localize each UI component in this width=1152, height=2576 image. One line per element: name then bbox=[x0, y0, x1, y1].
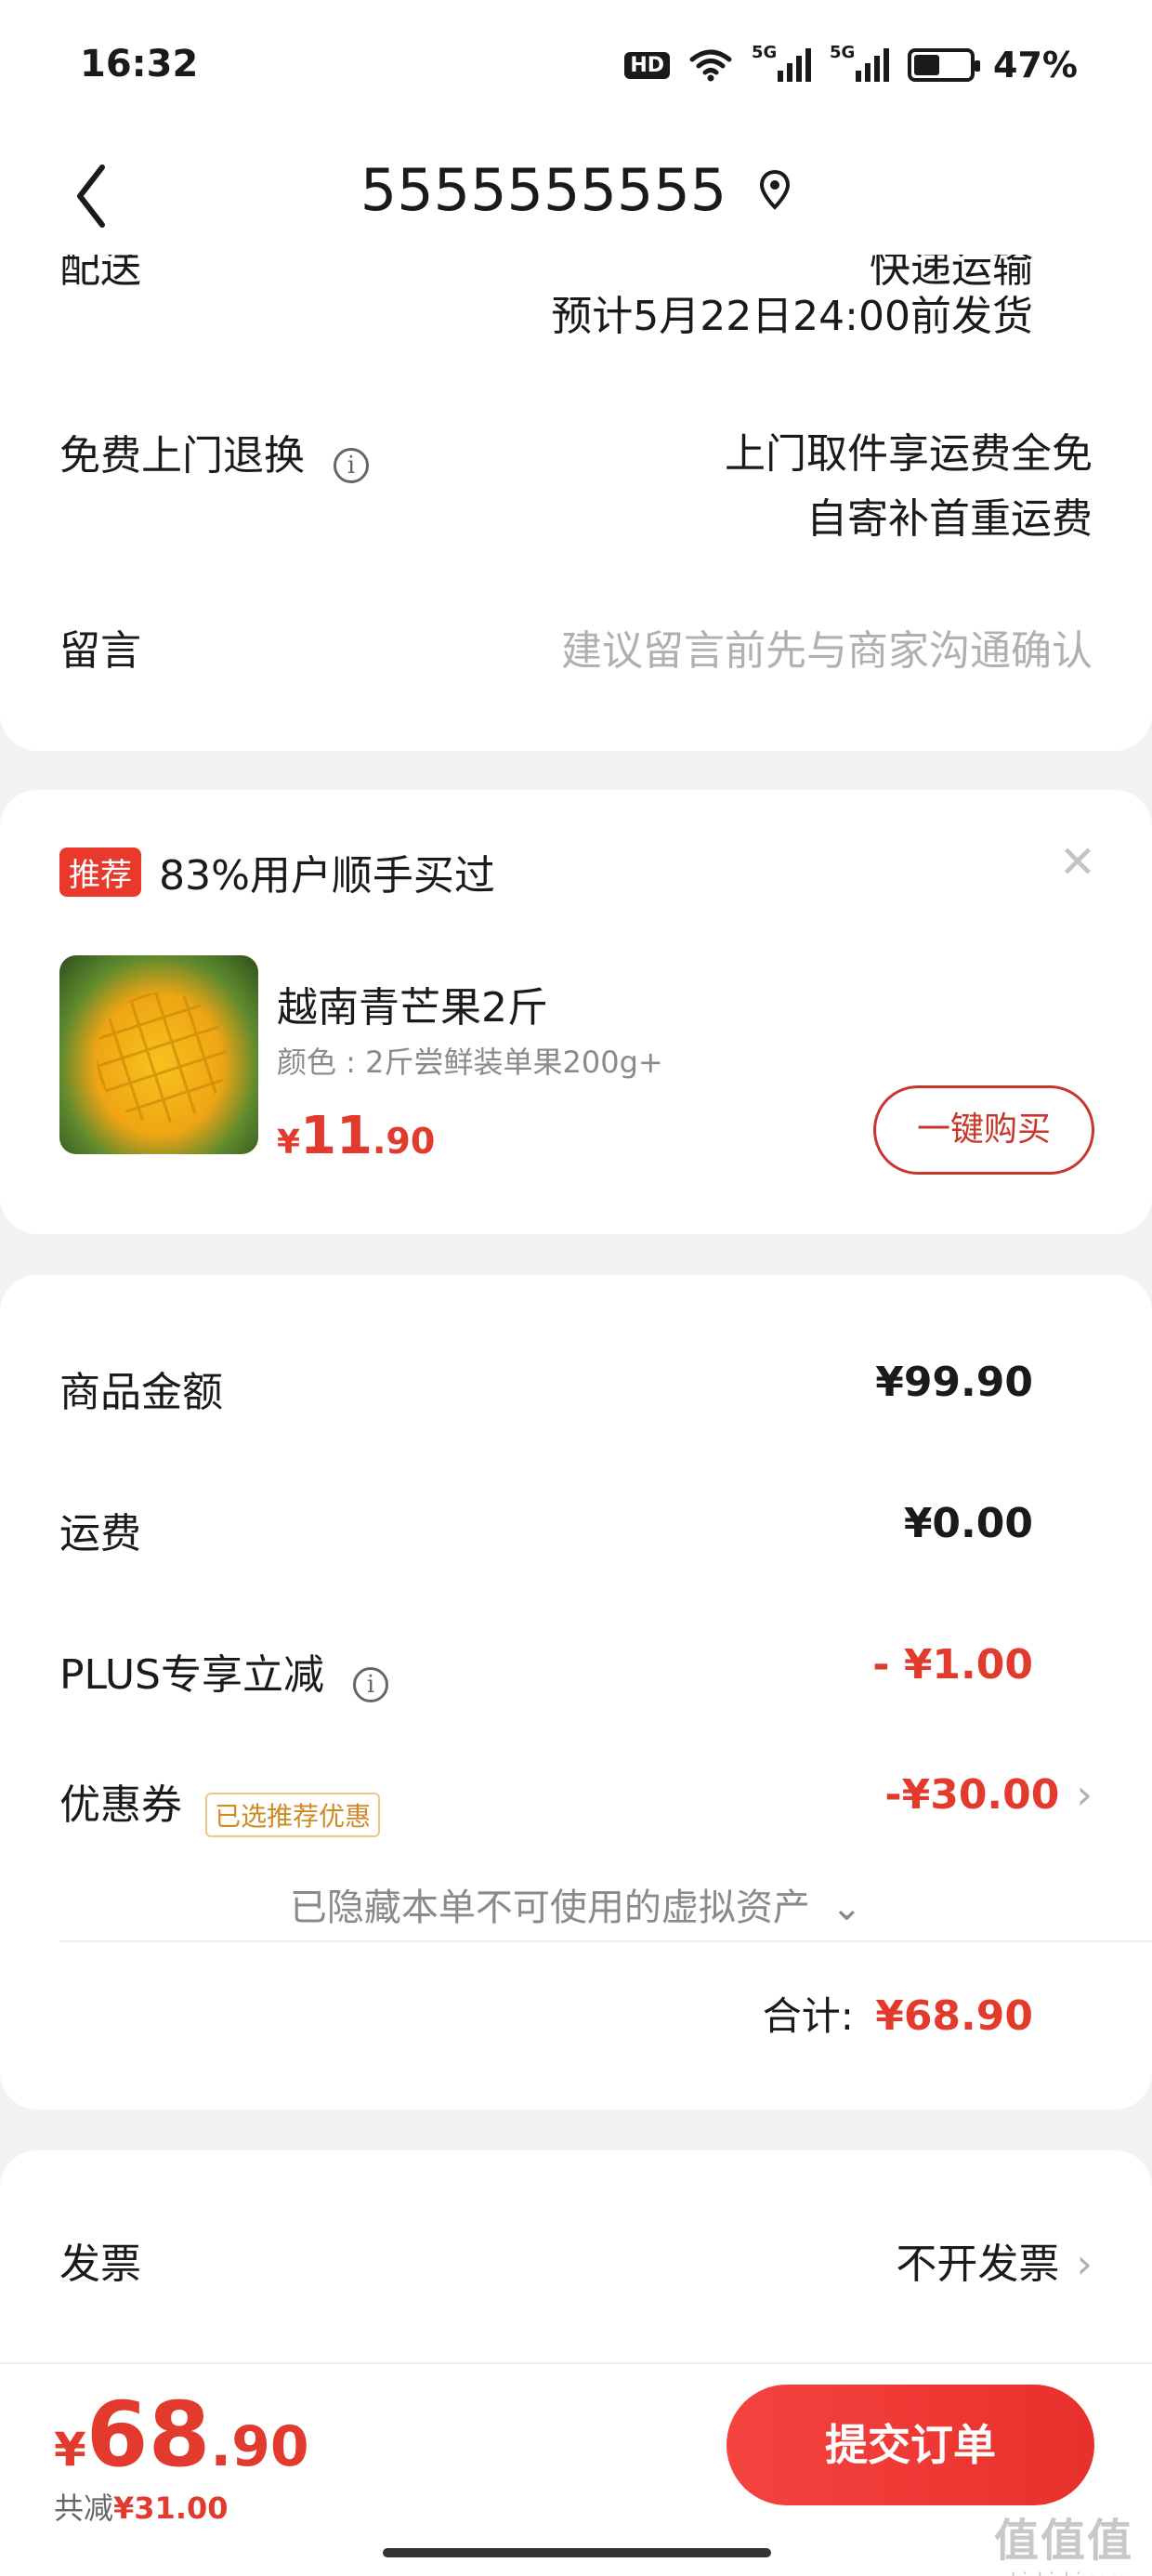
hd-icon: HD bbox=[624, 51, 671, 79]
chevron-right-icon: › bbox=[1076, 1771, 1093, 1819]
close-icon[interactable]: ✕ bbox=[1059, 836, 1096, 888]
total-row: 合计: ¥68.90 bbox=[763, 1985, 1033, 2042]
info-icon[interactable]: i bbox=[334, 447, 370, 483]
plus-discount-label: PLUS专享立减 bbox=[59, 1651, 324, 1699]
product-name[interactable]: 越南青芒果2斤 bbox=[277, 974, 548, 1033]
delivery-label: 配送 bbox=[59, 255, 141, 292]
chevron-down-icon: ⌄ bbox=[831, 1886, 863, 1929]
goods-amount-label: 商品金额 bbox=[59, 1369, 223, 1416]
plus-discount-row: PLUS专享立减 i - ¥1.00 bbox=[59, 1641, 1093, 1702]
total-value: ¥68.90 bbox=[875, 1992, 1033, 2040]
nav-title-wrap: 5555555555 bbox=[0, 156, 1152, 224]
recommend-header: 推荐 83%用户顺手买过 bbox=[59, 842, 495, 901]
status-icons: HD 5G 5G 47% bbox=[624, 43, 1078, 85]
recommend-card: 推荐 83%用户顺手买过 ✕ 越南青芒果2斤 颜色 : 2斤尝鲜装单果200g+… bbox=[0, 790, 1152, 1234]
coupon-label: 优惠券 bbox=[59, 1781, 182, 1829]
shipping-value: ¥0.00 bbox=[903, 1500, 1033, 1547]
message-row[interactable]: 留言 建议留言前先与商家沟通确认 bbox=[59, 617, 1093, 677]
shipping-label: 运费 bbox=[59, 1510, 141, 1557]
invoice-value-wrap: 不开发票 › bbox=[896, 2230, 1093, 2290]
home-indicator[interactable] bbox=[383, 2548, 771, 2557]
goods-amount-row: 商品金额 ¥99.90 bbox=[59, 1359, 1093, 1418]
hidden-assets-toggle[interactable]: 已隐藏本单不可使用的虚拟资产 ⌄ bbox=[0, 1877, 1152, 1931]
pay-amount: ¥68.90 bbox=[54, 2383, 309, 2487]
status-time: 16:32 bbox=[80, 43, 199, 85]
signal-icon-2: 5G bbox=[830, 43, 890, 82]
return-service-row[interactable]: 免费上门退换 i 上门取件享运费全免 自寄补首重运费 bbox=[59, 422, 1093, 543]
order-confirm-page: 16:32 HD 5G 5G 47% 5555555555 配送 快递运输 预计… bbox=[0, 0, 1152, 2576]
coupon-value-wrap: -¥30.00 › bbox=[884, 1771, 1093, 1819]
plus-discount-value: - ¥1.00 bbox=[872, 1641, 1033, 1689]
coupon-value: -¥30.00 bbox=[884, 1771, 1060, 1819]
invoice-row[interactable]: 发票 不开发票 › bbox=[59, 2230, 1093, 2290]
recommend-title: 83%用户顺手买过 bbox=[159, 852, 495, 900]
product-image[interactable] bbox=[59, 955, 258, 1154]
battery-icon bbox=[908, 48, 981, 82]
return-service-label: 免费上门退换 bbox=[59, 432, 305, 480]
battery-percent: 47% bbox=[993, 45, 1078, 85]
product-spec: 颜色 : 2斤尝鲜装单果200g+ bbox=[277, 1045, 663, 1080]
submit-order-button[interactable]: 提交订单 bbox=[727, 2385, 1094, 2505]
total-savings: 共减¥31.00 bbox=[54, 2491, 229, 2526]
status-bar: 16:32 HD 5G 5G 47% bbox=[0, 0, 1152, 139]
info-icon[interactable]: i bbox=[353, 1666, 389, 1702]
wifi-icon bbox=[689, 49, 732, 82]
return-service-line1: 上门取件享运费全免 bbox=[725, 430, 1093, 478]
invoice-value: 不开发票 bbox=[896, 2241, 1060, 2288]
coupon-tag: 已选推荐优惠 bbox=[205, 1792, 381, 1837]
divider bbox=[59, 1940, 1152, 1942]
goods-amount-value: ¥99.90 bbox=[875, 1359, 1033, 1406]
product-price: ¥11.90 bbox=[277, 1106, 436, 1166]
nav-bar: 5555555555 bbox=[0, 139, 1152, 255]
recommend-badge: 推荐 bbox=[59, 847, 141, 897]
price-detail-card: 商品金额 ¥99.90 运费 ¥0.00 PLUS专享立减 i - ¥1.00 … bbox=[0, 1275, 1152, 2109]
total-label: 合计: bbox=[762, 1993, 854, 2039]
one-click-buy-button[interactable]: 一键购买 bbox=[873, 1085, 1094, 1175]
return-service-line2: 自寄补首重运费 bbox=[806, 495, 1093, 543]
invoice-label: 发票 bbox=[59, 2241, 141, 2288]
message-input[interactable]: 建议留言前先与商家沟通确认 bbox=[561, 617, 1093, 677]
message-label: 留言 bbox=[59, 627, 141, 675]
return-service-desc: 上门取件享运费全免 自寄补首重运费 bbox=[725, 422, 1093, 552]
coupon-row[interactable]: 优惠券 已选推荐优惠 -¥30.00 › bbox=[59, 1771, 1093, 1837]
chevron-right-icon: › bbox=[1076, 2241, 1093, 2288]
order-options-card: 配送 快递运输 预计5月22日24:00前发货 免费上门退换 i 上门取件享运费… bbox=[0, 255, 1152, 751]
checkout-bar: ¥68.90 共减¥31.00 提交订单 值值值 zhizhizhi.com bbox=[0, 2362, 1152, 2576]
nav-title: 5555555555 bbox=[360, 156, 727, 224]
location-pin-icon[interactable] bbox=[758, 168, 792, 213]
ship-time: 预计5月22日24:00前发货 bbox=[551, 293, 1033, 340]
signal-icon-1: 5G bbox=[752, 43, 812, 82]
shipping-row: 运费 ¥0.00 bbox=[59, 1500, 1093, 1559]
hidden-assets-text: 已隐藏本单不可使用的虚拟资产 bbox=[289, 1886, 810, 1929]
watermark-logo: 值值值 zhizhizhi.com bbox=[993, 2515, 1133, 2576]
